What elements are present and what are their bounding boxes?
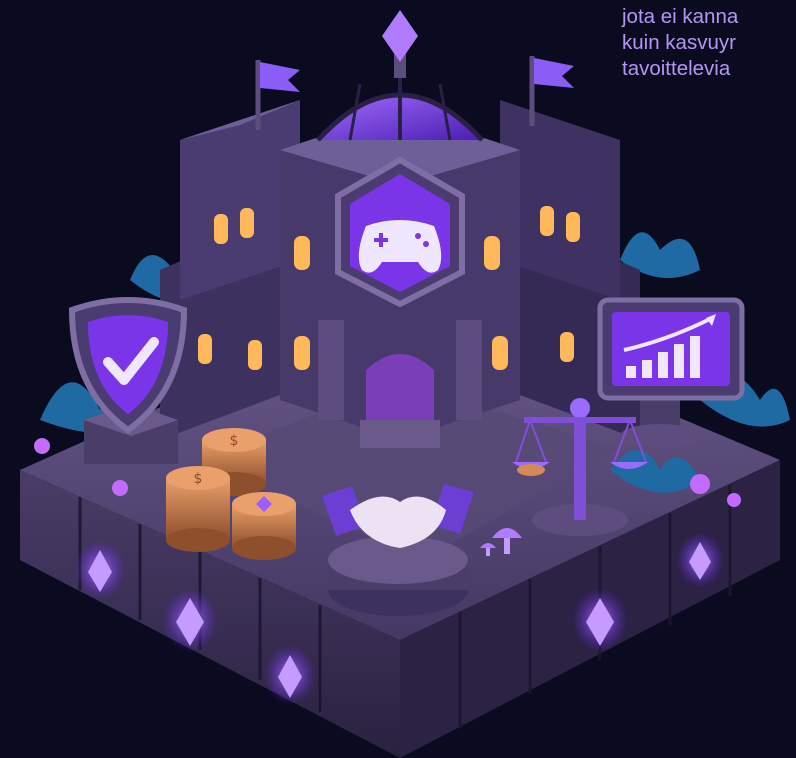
castle-door bbox=[366, 354, 434, 420]
coin-icon: $ bbox=[166, 466, 230, 552]
illustration-scene: muodostava jota ei kanna kuin kasvuyr ta… bbox=[0, 0, 796, 758]
handshake-monument bbox=[322, 484, 474, 616]
svg-text:$: $ bbox=[230, 433, 239, 449]
castle-building bbox=[160, 10, 640, 448]
diamond-gem-icon bbox=[382, 10, 418, 62]
isometric-gaming-castle-illustration: $ $ bbox=[20, 10, 790, 758]
svg-text:$: $ bbox=[194, 471, 203, 487]
coin-icon bbox=[232, 492, 296, 560]
security-shield bbox=[68, 297, 188, 464]
